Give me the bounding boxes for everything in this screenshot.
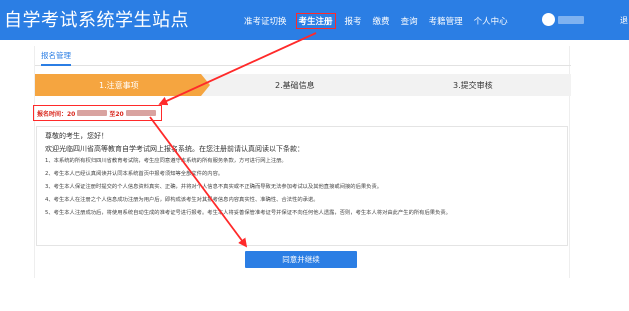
step-arrow-icon bbox=[201, 74, 210, 96]
nav-admission-ticket-switch[interactable]: 准考证切换 bbox=[244, 15, 287, 27]
step-basic-info: 2.基础信息 bbox=[275, 81, 315, 90]
notice-item: 5、考生本人注册成功后，将使用系统自动生成的准考证号进行报考。考生本人将妥善保管… bbox=[45, 210, 451, 216]
logout-link[interactable]: 退 bbox=[620, 15, 628, 26]
notice-item: 1、本系统的所有权归四川省教育考试院，考生应同意遵守本系统的所有服务条款，方可进… bbox=[45, 158, 287, 164]
tab-bar: 报名管理 bbox=[35, 46, 571, 66]
registration-card: 报名管理 1.注意事项 2.基础信息 3.提交审核 报名时间：20 至20 尊敬… bbox=[33, 46, 571, 278]
nav-exam-register[interactable]: 报考 bbox=[345, 15, 362, 27]
notice-item: 3、考生本人保证注册时提交的个人信息资料真实、正确，并将对个人信息不真实或不正确… bbox=[45, 184, 383, 190]
step-notes: 1.注意事项 bbox=[99, 81, 139, 90]
registration-time-prefix: 报名时间：20 bbox=[37, 110, 76, 118]
time-end-blurred bbox=[125, 110, 156, 116]
nav-personal-center[interactable]: 个人中心 bbox=[474, 15, 508, 27]
nav-query[interactable]: 查询 bbox=[401, 15, 418, 27]
registration-time: 报名时间：20 至20 bbox=[33, 105, 162, 121]
notice-item: 2、考生本人已经认真阅读并认同本系统首页中报考须知等全部文件的内容。 bbox=[45, 171, 224, 177]
time-start-blurred bbox=[77, 110, 108, 116]
notice-item: 4、考生本人在注册之个人信息成功注册为用户后，即构成该考生对其报考信息内容真实性… bbox=[45, 197, 319, 203]
notice-intro: 欢迎光临四川省高等教育自学考试网上报名系统。在您注册前请认真阅读以下条款： bbox=[45, 145, 304, 153]
tab-registration-management[interactable]: 报名管理 bbox=[41, 50, 71, 66]
site-title: 自学考试系统学生站点 bbox=[4, 10, 189, 31]
agree-continue-button[interactable]: 同意并继续 bbox=[245, 251, 357, 268]
user-avatar[interactable] bbox=[542, 13, 555, 26]
user-name-blurred bbox=[558, 16, 584, 24]
top-header: 自学考试系统学生站点 准考证切换 考生注册 报考 缴费 查询 考籍管理 个人中心… bbox=[0, 0, 629, 40]
main-nav: 准考证切换 考生注册 报考 缴费 查询 考籍管理 个人中心 bbox=[244, 13, 519, 29]
progress-steps: 1.注意事项 2.基础信息 3.提交审核 bbox=[35, 74, 571, 96]
nav-payment[interactable]: 缴费 bbox=[373, 15, 390, 27]
notice-box: 尊敬的考生，您好！ 欢迎光临四川省高等教育自学考试网上报名系统。在您注册前请认真… bbox=[36, 126, 568, 246]
step-submit-review: 3.提交审核 bbox=[453, 81, 493, 90]
registration-time-middle: 至20 bbox=[109, 110, 124, 118]
nav-student-register[interactable]: 考生注册 bbox=[295, 13, 336, 29]
page-root: 自学考试系统学生站点 准考证切换 考生注册 报考 缴费 查询 考籍管理 个人中心… bbox=[0, 0, 629, 311]
notice-greeting: 尊敬的考生，您好！ bbox=[45, 132, 108, 140]
nav-record-management[interactable]: 考籍管理 bbox=[429, 15, 463, 27]
